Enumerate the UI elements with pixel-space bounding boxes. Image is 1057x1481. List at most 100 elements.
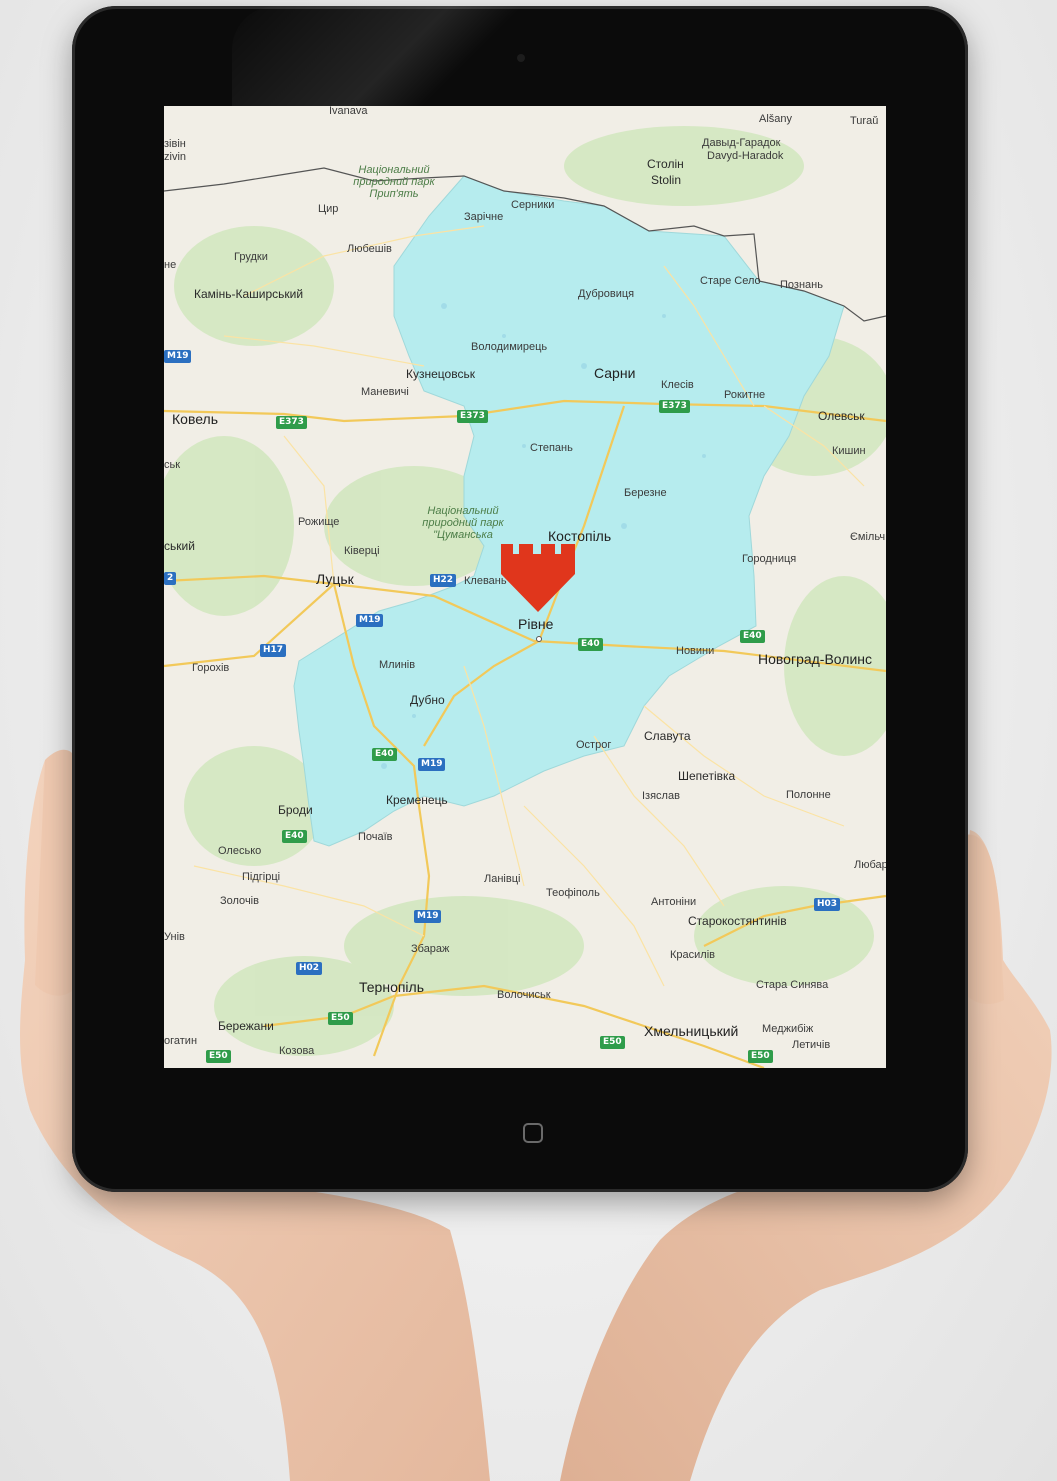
city-label: Кишин — [832, 445, 866, 457]
city-label: Давыд-Гарадок — [702, 137, 781, 149]
city-label: Красилів — [670, 949, 715, 961]
road-shield: E50 — [748, 1050, 773, 1063]
city-label: Ivanava — [329, 106, 368, 117]
city-label: Млинів — [379, 659, 416, 671]
city-label: Клесів — [661, 379, 694, 391]
road-shield: E373 — [276, 416, 307, 429]
city-label: огатин — [164, 1035, 198, 1047]
city-label: Ланівці — [484, 873, 521, 885]
city-label: Новини — [676, 645, 715, 657]
park-label: Національний природний парк "Цуманська — [422, 505, 504, 541]
city-label: Stolin — [651, 173, 682, 187]
road-shield: H17 — [260, 644, 287, 657]
city-label: Камінь-Каширський — [194, 287, 304, 301]
city-label: Тернопіль — [359, 979, 425, 995]
city-label: Стара Синява — [756, 979, 829, 991]
city-label: Кременець — [386, 793, 448, 807]
city-label: Золочів — [220, 895, 259, 907]
city-label-center: Рівне — [518, 616, 554, 632]
road-shield: E373 — [659, 400, 690, 413]
road-shield: E40 — [740, 630, 765, 643]
city-label: Козова — [279, 1045, 315, 1057]
road-shield: E40 — [578, 638, 603, 651]
city-label: Волочиськ — [497, 989, 551, 1001]
city-label: Зарічне — [464, 211, 504, 223]
city-label: Alšany — [759, 113, 793, 125]
front-camera — [517, 54, 525, 62]
city-label: Бережани — [218, 1019, 274, 1033]
city-label: Любешів — [347, 243, 392, 255]
city-label: Горохів — [192, 662, 230, 674]
city-label: ський — [164, 539, 195, 553]
road-shield: H03 — [814, 898, 841, 911]
city-label: Антоніни — [651, 896, 697, 908]
city-label: Підгірці — [242, 871, 281, 883]
city-label: Городниця — [742, 553, 797, 565]
road-shield: H02 — [296, 962, 323, 975]
city-label: Ємільч — [850, 531, 886, 543]
city-label: Рожище — [298, 516, 340, 528]
city-label: Меджибіж — [762, 1023, 814, 1035]
road-shield: 2 — [164, 572, 177, 585]
city-label: Познань — [780, 279, 823, 291]
city-label: Davyd-Haradok — [707, 150, 784, 162]
road-shield: M19 — [164, 350, 192, 363]
city-label: Дубно — [410, 693, 445, 707]
road-shield: M19 — [414, 910, 442, 923]
city-label: zivin — [164, 151, 187, 163]
city-label: Збараж — [411, 943, 450, 955]
city-label: Turaŭ — [850, 115, 879, 127]
city-label: Летичів — [792, 1039, 831, 1051]
city-label: Олесько — [218, 845, 262, 857]
road-shield: M19 — [418, 758, 446, 771]
city-label: Старе Село — [700, 275, 761, 287]
city-dot — [536, 636, 542, 642]
city-label: Костопіль — [548, 528, 612, 544]
city-label: Луцьк — [316, 571, 354, 587]
city-label: Сарни — [594, 365, 636, 381]
city-label: Ковель — [172, 411, 219, 427]
city-label: не — [164, 259, 177, 271]
city-label: Дубровиця — [578, 288, 635, 300]
map-screen[interactable]: Ivanava Alšany Turaŭ Давыд-Гарадок Davyd… — [164, 106, 886, 1068]
city-label: Славута — [644, 729, 691, 743]
city-label: Маневичі — [361, 386, 409, 398]
city-label: ськ — [164, 459, 181, 471]
road-shield: E50 — [600, 1036, 625, 1049]
road-shield: E50 — [206, 1050, 231, 1063]
city-label: Теофіполь — [546, 887, 600, 899]
city-label: Унів — [164, 931, 185, 943]
park-label: Національний природний парк Прип'ять — [353, 164, 435, 200]
city-label: Рокитне — [724, 389, 766, 401]
road-shield: E50 — [328, 1012, 353, 1025]
city-label: Кузнецовськ — [406, 367, 475, 381]
city-label: Ізяслав — [642, 790, 680, 802]
road-shield: E373 — [457, 410, 488, 423]
city-label: Полонне — [786, 789, 831, 801]
city-label: Цир — [318, 203, 339, 215]
road-shield: M19 — [356, 614, 384, 627]
city-label: Степань — [530, 442, 573, 454]
city-label: Столін — [647, 157, 684, 171]
city-label: Березне — [624, 487, 667, 499]
city-label: Хмельницький — [644, 1023, 739, 1039]
city-label: Олевськ — [818, 409, 865, 423]
city-label: Грудки — [234, 251, 268, 263]
city-label: зівін — [164, 138, 186, 150]
city-label: Старокостянтинів — [688, 914, 787, 928]
city-label: Серники — [511, 199, 555, 211]
city-label: Почаїв — [358, 831, 393, 843]
road-shield: E40 — [372, 748, 397, 761]
road-shield: E40 — [282, 830, 307, 843]
location-marker-icon[interactable] — [499, 544, 577, 614]
tablet-device: Ivanava Alšany Turaŭ Давыд-Гарадок Davyd… — [72, 6, 968, 1192]
city-label: Ківерці — [344, 545, 380, 557]
city-label: Новоград-Волинс — [758, 651, 873, 667]
home-button[interactable] — [523, 1123, 543, 1143]
city-label: Острог — [576, 739, 612, 751]
city-label: Любар — [854, 859, 886, 871]
glass-reflection — [232, 6, 612, 111]
city-label: Броди — [278, 803, 313, 817]
road-shield: H22 — [430, 574, 457, 587]
city-label: Володимирець — [471, 341, 548, 353]
